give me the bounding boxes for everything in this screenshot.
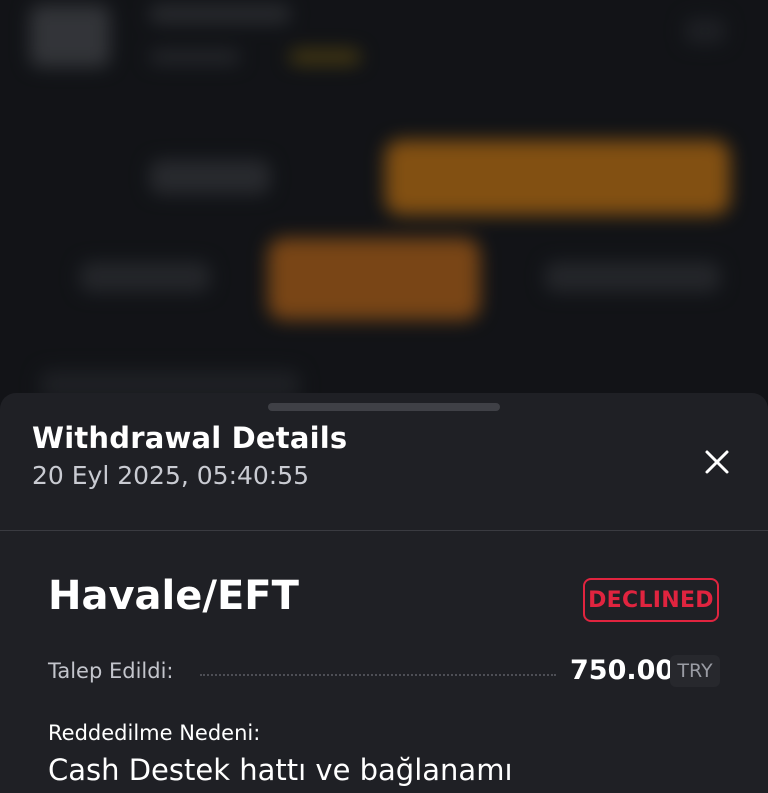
amount-value: 750.00 bbox=[570, 655, 675, 686]
close-icon bbox=[705, 450, 729, 474]
requested-label: Talep Edildi: bbox=[48, 659, 174, 683]
sheet-title: Withdrawal Details bbox=[32, 421, 348, 455]
sheet-grabber[interactable] bbox=[268, 403, 500, 411]
decline-reason-text: Cash Destek hattı ve bağlanamı bbox=[48, 753, 513, 787]
close-button[interactable] bbox=[698, 443, 736, 481]
divider bbox=[0, 530, 768, 531]
withdrawal-datetime: 20 Eyl 2025, 05:40:55 bbox=[32, 461, 310, 490]
currency-badge: TRY bbox=[670, 655, 720, 687]
withdrawal-details-sheet: Withdrawal Details 20 Eyl 2025, 05:40:55… bbox=[0, 393, 768, 793]
status-badge: DECLINED bbox=[583, 578, 719, 622]
payment-method: Havale/EFT bbox=[48, 573, 299, 619]
dotted-leader bbox=[200, 674, 556, 676]
decline-reason-label: Reddedilme Nedeni: bbox=[48, 721, 261, 745]
